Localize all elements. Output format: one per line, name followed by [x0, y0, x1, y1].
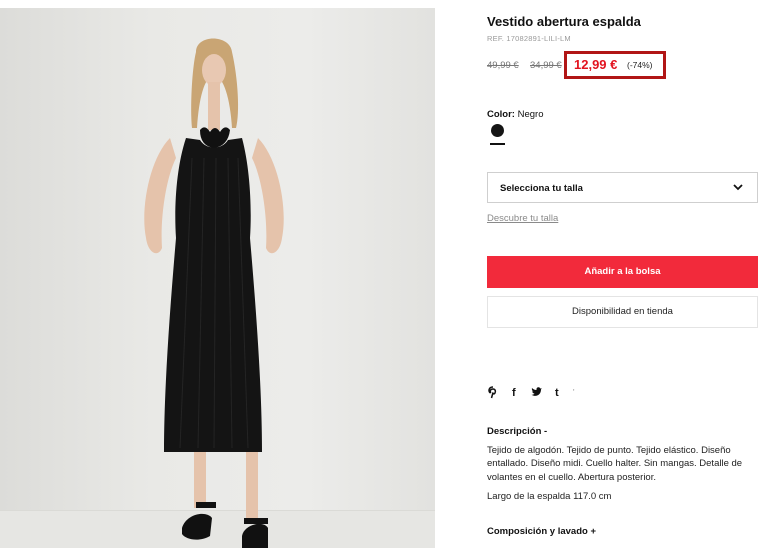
- size-select-label: Selecciona tu talla: [500, 183, 583, 194]
- selected-swatch-indicator: [490, 143, 505, 145]
- previous-price: 34,99 €: [530, 60, 562, 71]
- product-info-panel: Vestido abertura espalda REF. 17082891-L…: [487, 0, 759, 548]
- color-label-key: Color:: [487, 109, 515, 120]
- store-availability-button[interactable]: Disponibilidad en tienda: [487, 296, 758, 328]
- discount-badge: (-74%): [627, 60, 653, 70]
- chevron-down-icon: [733, 184, 743, 191]
- current-price: 12,99 €: [574, 57, 618, 72]
- model-illustration: [144, 38, 284, 548]
- description-heading[interactable]: Descripción -: [487, 426, 547, 437]
- back-length: Largo de la espalda 117.0 cm: [487, 491, 612, 502]
- product-title: Vestido abertura espalda: [487, 14, 641, 29]
- size-guide-link[interactable]: Descubre tu talla: [487, 213, 558, 224]
- share-more-icon: ': [573, 388, 575, 397]
- color-swatch-negro[interactable]: [491, 124, 504, 137]
- product-image[interactable]: [0, 8, 435, 548]
- composition-heading[interactable]: Composición y lavado +: [487, 526, 596, 537]
- twitter-icon[interactable]: [531, 386, 543, 401]
- facebook-icon[interactable]: f: [512, 386, 516, 400]
- color-label: Color: Negro: [487, 109, 543, 120]
- original-price: 49,99 €: [487, 60, 519, 71]
- description-text: Tejido de algodón. Tejido de punto. Teji…: [487, 445, 743, 483]
- add-to-bag-button[interactable]: Añadir a la bolsa: [487, 256, 758, 288]
- tumblr-icon[interactable]: t: [555, 386, 559, 400]
- size-select[interactable]: Selecciona tu talla: [487, 172, 758, 203]
- product-reference: REF. 17082891-LILI-LM: [487, 34, 571, 43]
- color-label-value: Negro: [517, 109, 544, 120]
- pinterest-icon[interactable]: [488, 386, 498, 403]
